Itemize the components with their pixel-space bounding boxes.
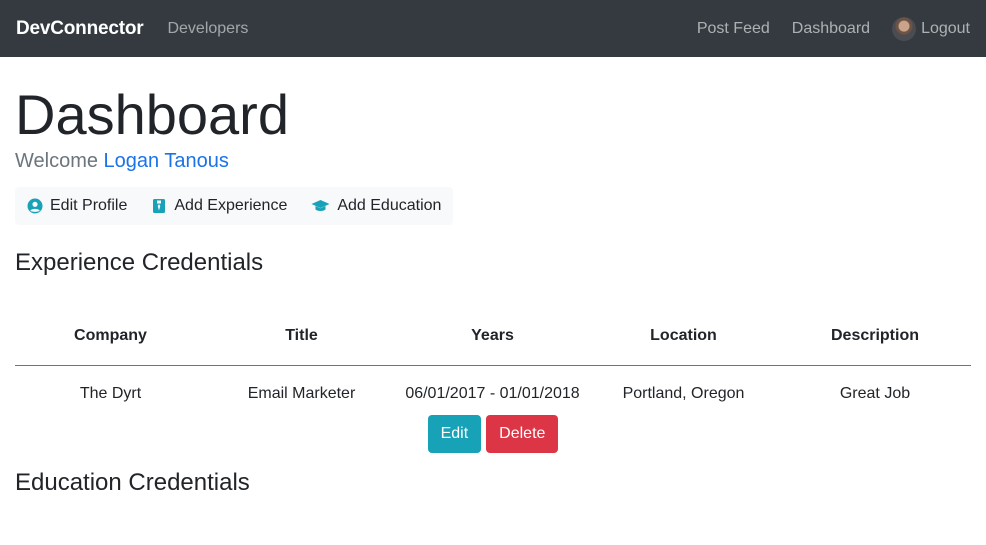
column-header-title: Title xyxy=(206,315,397,367)
add-experience-label: Add Experience xyxy=(174,197,288,215)
nav-right-group: Post Feed Dashboard Logout xyxy=(697,16,970,41)
cell-title: Email Marketer xyxy=(247,385,356,403)
nav-developers-link[interactable]: Developers xyxy=(167,20,248,38)
logout-label: Logout xyxy=(921,19,970,37)
experience-table: Company Title Years Location Description… xyxy=(15,315,971,411)
edit-profile-label: Edit Profile xyxy=(50,197,128,215)
column-header-location: Location xyxy=(588,315,779,367)
dashboard-actions: Edit Profile Add Experience Add Educatio… xyxy=(15,187,454,226)
table-row: The Dyrt Email Marketer 06/01/2017 - 01/… xyxy=(15,366,971,412)
brand-link[interactable]: DevConnector xyxy=(16,18,144,40)
column-header-description: Description xyxy=(779,315,971,367)
column-header-company: Company xyxy=(15,315,206,367)
education-heading: Education Credentials xyxy=(15,469,250,497)
cell-location: Portland, Oregon xyxy=(622,385,745,403)
column-header-years: Years xyxy=(397,315,588,367)
cell-description: Great Job xyxy=(839,385,911,403)
user-circle-icon xyxy=(27,198,43,214)
cell-company: The Dyrt xyxy=(79,385,142,403)
nav-post-feed-link[interactable]: Post Feed xyxy=(697,20,770,38)
user-avatar xyxy=(892,16,917,41)
edit-experience-button[interactable]: Edit xyxy=(427,415,482,454)
nav-dashboard-link[interactable]: Dashboard xyxy=(792,20,870,38)
row-actions: Edit Delete xyxy=(15,415,971,454)
logout-link[interactable]: Logout xyxy=(892,16,970,41)
edit-profile-button[interactable]: Edit Profile xyxy=(27,197,127,215)
add-education-label: Add Education xyxy=(337,197,442,215)
experience-heading: Experience Credentials xyxy=(15,249,264,277)
welcome-prefix: Welcome xyxy=(15,150,104,173)
delete-experience-button[interactable]: Delete xyxy=(486,415,559,454)
add-experience-button[interactable]: Add Experience xyxy=(151,197,287,215)
table-header-row: Company Title Years Location Description xyxy=(15,315,971,367)
page-title: Dashboard xyxy=(15,83,289,146)
user-tie-icon xyxy=(153,199,166,214)
graduation-cap-icon xyxy=(311,200,330,212)
welcome-message: Welcome Logan Tanous xyxy=(15,150,971,173)
main-container: Dashboard Welcome Logan Tanous Edit Prof… xyxy=(0,81,986,497)
profile-name-link[interactable]: Logan Tanous xyxy=(104,150,229,172)
add-education-button[interactable]: Add Education xyxy=(311,197,441,215)
top-navbar: DevConnector Developers Post Feed Dashbo… xyxy=(0,0,986,57)
cell-years: 06/01/2017 - 01/01/2018 xyxy=(405,385,580,403)
